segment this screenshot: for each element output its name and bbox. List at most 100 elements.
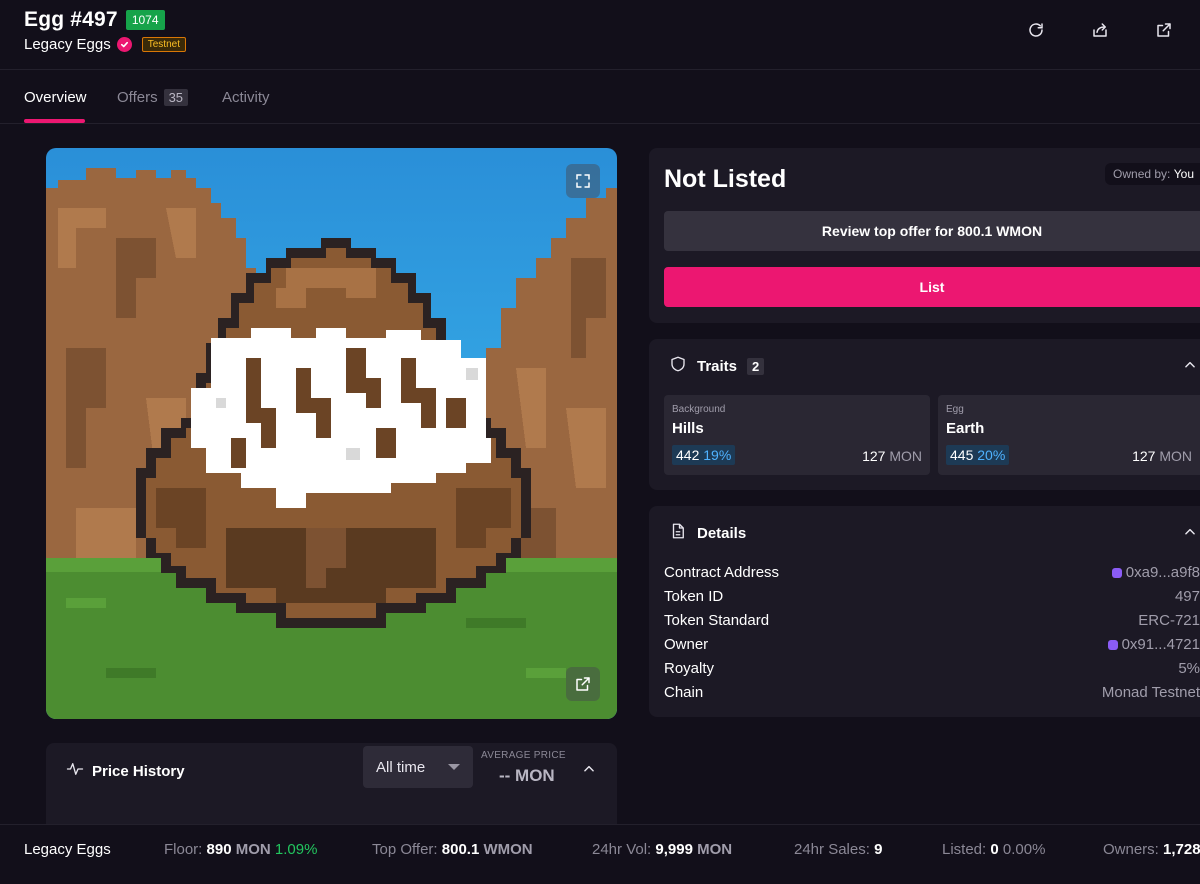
tab-offers[interactable]: Offers 35 (117, 89, 189, 106)
monad-chain-icon (1111, 567, 1122, 578)
active-tab-indicator (24, 119, 85, 123)
collection-row: Legacy Eggs Testnet (24, 36, 186, 53)
trait-type: Egg (946, 404, 964, 415)
chevron-down-icon (448, 764, 460, 770)
detail-label: Token Standard (664, 612, 770, 629)
offers-count-badge: 35 (163, 89, 189, 106)
owner-address-link[interactable]: 0x91...4721 (1107, 636, 1200, 653)
list-button[interactable]: List (664, 267, 1200, 307)
detail-row-chain: Chain Monad Testnet (664, 684, 1200, 704)
owner-name: You (1173, 167, 1194, 181)
trait-floor-price: 127 MON (1132, 448, 1192, 464)
page-header: Egg #497 1074 Legacy Eggs Testnet (0, 0, 1200, 70)
trait-card-egg[interactable]: Egg Earth 445 20% 127 MON (938, 395, 1200, 475)
time-range-select[interactable]: All time (363, 746, 473, 788)
listed-value: 0 (990, 841, 999, 858)
detail-value: 0x91...4721 (1121, 636, 1200, 653)
trait-floor-price: 127 MON (862, 448, 922, 464)
price-history-header: Price History (66, 760, 185, 782)
external-link-icon[interactable] (1152, 18, 1176, 42)
top-offer-stat: Top Offer: 800.1 WMON (372, 841, 533, 858)
detail-label: Contract Address (664, 564, 780, 581)
volume-label: 24hr Vol: (592, 841, 652, 858)
monad-chain-icon (1107, 639, 1118, 650)
chevron-up-icon[interactable] (1180, 355, 1200, 375)
title-row: Egg #497 1074 (24, 8, 165, 32)
listing-panel: Not Listed Owned by: You Review top offe… (649, 148, 1200, 323)
trait-price-value: 127 (862, 448, 886, 464)
time-range-value: All time (376, 758, 426, 776)
tab-label: Offers (117, 89, 158, 106)
owners-label: Owners: (1103, 841, 1159, 858)
floor-label: Floor: (164, 841, 203, 858)
sales-value: 9 (874, 841, 883, 858)
activity-wave-icon (66, 760, 84, 782)
owners-value: 1,728 (1163, 841, 1200, 858)
document-icon (669, 522, 687, 544)
trait-count: 445 (950, 447, 974, 463)
detail-row-contract: Contract Address 0xa9...a9f8 (664, 564, 1200, 584)
price-history-card: Price History All time AVERAGE PRICE -- … (46, 743, 617, 825)
sales-stat: 24hr Sales: 9 (794, 841, 882, 858)
detail-value: Monad Testnet (1101, 684, 1200, 701)
detail-value: 0xa9...a9f8 (1125, 564, 1200, 581)
trait-card-background[interactable]: Background Hills 442 19% 127 MON (664, 395, 930, 475)
traits-panel: Traits 2 Background Hills 442 19% 127 MO… (649, 339, 1200, 490)
volume-unit: MON (697, 841, 733, 858)
trait-rarity: 442 19% (672, 445, 736, 465)
detail-value: ERC-721 (1138, 612, 1200, 629)
owned-by-pill: Owned by: You (1105, 163, 1200, 185)
listed-stat: Listed: 0 0.00% (942, 841, 1045, 858)
traits-title: Traits (697, 357, 738, 375)
tab-activity[interactable]: Activity (222, 89, 270, 106)
details-header[interactable]: Details (669, 522, 746, 544)
review-top-offer-button[interactable]: Review top offer for 800.1 WMON (664, 211, 1200, 251)
traits-count-badge: 2 (747, 357, 765, 375)
detail-label: Royalty (664, 660, 715, 677)
average-price-value: -- MON (499, 766, 555, 785)
sales-label: 24hr Sales: (794, 841, 870, 858)
top-offer-label: Top Offer: (372, 841, 438, 858)
trait-price-value: 127 (1132, 448, 1156, 464)
detail-value: 497 (1174, 588, 1200, 605)
floor-change: 1.09% (274, 841, 318, 858)
expand-icon[interactable] (566, 164, 600, 198)
trait-percent: 20% (977, 447, 1006, 463)
volume-value: 9,999 (655, 841, 693, 858)
tab-overview[interactable]: Overview (24, 89, 87, 106)
collection-link[interactable]: Legacy Eggs (24, 36, 111, 53)
page-title: Egg #497 (24, 8, 118, 31)
trait-percent: 19% (703, 447, 732, 463)
share-icon[interactable] (1088, 18, 1112, 42)
detail-row-owner: Owner 0x91...4721 (664, 636, 1200, 656)
details-title: Details (697, 524, 747, 542)
chevron-up-icon[interactable] (579, 759, 599, 779)
trait-rarity: 445 20% (946, 445, 1010, 465)
collection-stats-bar: Legacy Eggs Floor: 890 MON 1.09% Top Off… (0, 824, 1200, 884)
nft-image[interactable] (46, 148, 617, 719)
price-history-title: Price History (92, 762, 185, 780)
detail-label: Owner (664, 636, 709, 653)
detail-value: 5% (1178, 660, 1200, 677)
detail-label: Token ID (664, 588, 724, 605)
testnet-badge: Testnet (141, 37, 186, 52)
floor-value: 890 (206, 841, 232, 858)
tab-label: Overview (24, 89, 87, 106)
trait-price-unit: MON (1159, 448, 1192, 464)
contract-address-link[interactable]: 0xa9...a9f8 (1111, 564, 1200, 581)
volume-stat: 24hr Vol: 9,999 MON (592, 841, 732, 858)
listed-label: Listed: (942, 841, 987, 858)
trait-type: Background (672, 404, 726, 415)
refresh-icon[interactable] (1024, 18, 1048, 42)
floor-unit: MON (235, 841, 271, 858)
open-external-icon[interactable] (566, 667, 600, 701)
details-panel: Details Contract Address 0xa9...a9f8 Tok… (649, 506, 1200, 717)
chevron-up-icon[interactable] (1180, 522, 1200, 542)
shield-icon (669, 355, 687, 377)
trait-value: Hills (672, 420, 704, 437)
footer-collection-name[interactable]: Legacy Eggs (24, 841, 111, 858)
trait-value: Earth (946, 420, 985, 437)
detail-row-royalty: Royalty 5% (664, 660, 1200, 680)
traits-header[interactable]: Traits 2 (669, 355, 765, 377)
listed-percent: 0.00% (1002, 841, 1046, 858)
